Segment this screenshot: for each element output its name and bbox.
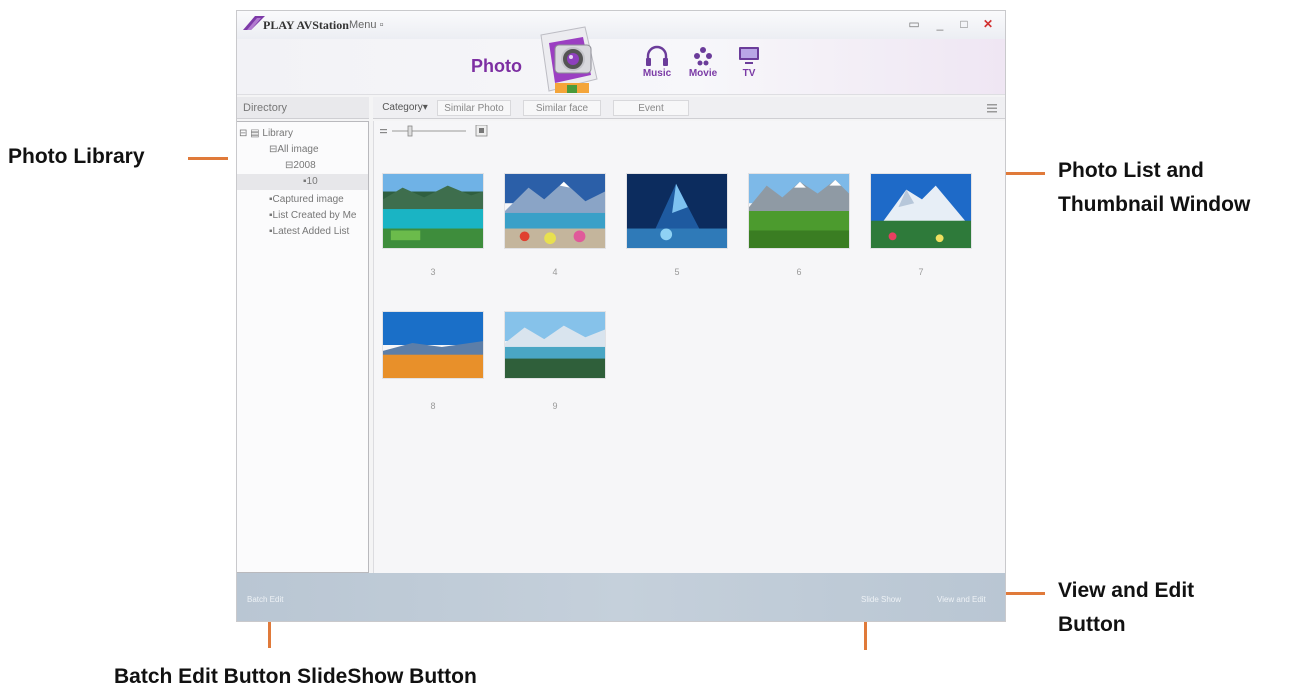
slideshow-button[interactable]: Slide Show (861, 595, 901, 604)
photo-number: 7 (918, 267, 924, 277)
mini-mode-icon[interactable]: ▭ (905, 16, 923, 32)
tab-event[interactable]: Event (613, 100, 689, 116)
music-label: Music (642, 68, 672, 79)
slideshow-pointer (864, 622, 867, 650)
close-icon[interactable]: ✕ (979, 16, 997, 32)
tab-similar-face[interactable]: Similar face (523, 100, 601, 116)
media-header: Photo Music Movie TV (237, 26, 1005, 95)
tab-similar-photo[interactable]: Similar Photo (437, 100, 511, 116)
title-bar: PLAY AVStation Menu ▫ ▭ _ □ ✕ (237, 11, 1005, 39)
photo-number: 6 (796, 267, 802, 277)
photo-number: 9 (552, 401, 558, 411)
view-edit-callout-line1: View and Edit (1058, 579, 1195, 602)
headphones-icon (646, 45, 668, 66)
tab-category[interactable]: Category▾ (377, 100, 433, 116)
app-window: PLAY AVStation Menu ▫ ▭ _ □ ✕ Photo Musi… (236, 10, 1006, 622)
tv-button[interactable]: TV (729, 45, 769, 79)
photo-number: 4 (552, 267, 558, 277)
tree-item-2008[interactable]: ⊟2008 (285, 160, 316, 171)
photo-library-pointer (188, 157, 228, 160)
menu-button[interactable]: Menu ▫ (349, 19, 383, 31)
tree-item-latest-added-list[interactable]: ▪Latest Added List (269, 226, 349, 237)
zoom-slider[interactable] (380, 125, 490, 137)
tree-item-library[interactable]: ⊟ ▤ Library (239, 128, 293, 139)
tree-item-10[interactable]: ▪10 (237, 174, 368, 190)
photo-number: 8 (430, 401, 436, 411)
photo-number: 3 (430, 267, 436, 277)
photo-thumbnail[interactable] (870, 173, 972, 249)
photo-thumbnail[interactable] (504, 173, 606, 249)
list-menu-icon[interactable] (987, 104, 997, 113)
photo-list-callout-line2: Thumbnail Window (1058, 193, 1251, 216)
camera-icon (540, 26, 598, 93)
minimize-icon[interactable]: _ (931, 16, 949, 32)
photo-thumbnail[interactable] (748, 173, 850, 249)
maximize-icon[interactable]: □ (955, 16, 973, 32)
photo-list-callout-line1: Photo List and (1058, 159, 1204, 182)
photo-number: 5 (674, 267, 680, 277)
category-tab-bar: Category▾ Similar Photo Similar face Eve… (373, 97, 1005, 119)
batch-edit-button[interactable]: Batch Edit (247, 595, 283, 604)
batch-slideshow-callout: Batch Edit Button SlideShow Button (114, 665, 477, 688)
movie-label: Movie (688, 68, 718, 79)
play-logo-icon (243, 16, 265, 30)
music-button[interactable]: Music (637, 45, 677, 79)
tree-item-captured-image[interactable]: ▪Captured image (269, 194, 344, 205)
directory-header: Directory (237, 97, 369, 119)
view-edit-callout-line2: Button (1058, 613, 1126, 636)
view-edit-callout: View and Edit Button (1058, 574, 1194, 642)
photo-mode-label[interactable]: Photo (471, 56, 522, 77)
movie-button[interactable]: Movie (683, 45, 723, 79)
tv-icon (739, 47, 759, 64)
photo-list-callout: Photo List and Thumbnail Window (1058, 154, 1250, 222)
photo-thumbnail[interactable] (382, 311, 484, 379)
film-reel-icon (694, 47, 712, 66)
tree-item-all-image[interactable]: ⊟All image (269, 144, 319, 155)
photo-thumbnail[interactable] (626, 173, 728, 249)
photo-thumbnail[interactable] (382, 173, 484, 249)
photo-library-panel: ⊟ ▤ Library ⊟All image ⊟2008 ▪10 ▪Captur… (237, 121, 369, 573)
tree-item-list-created-by-me[interactable]: ▪List Created by Me (269, 210, 367, 221)
photo-library-callout: Photo Library (8, 145, 145, 168)
bottom-toolbar: Batch Edit Slide Show View and Edit (237, 573, 1005, 621)
photo-thumbnail[interactable] (504, 311, 606, 379)
photo-list-thumbnail-window: 3 4 5 6 7 8 9 (373, 121, 1005, 573)
view-and-edit-button[interactable]: View and Edit (937, 595, 986, 604)
app-title: PLAY AVStation (263, 18, 349, 32)
tv-label: TV (742, 68, 756, 79)
